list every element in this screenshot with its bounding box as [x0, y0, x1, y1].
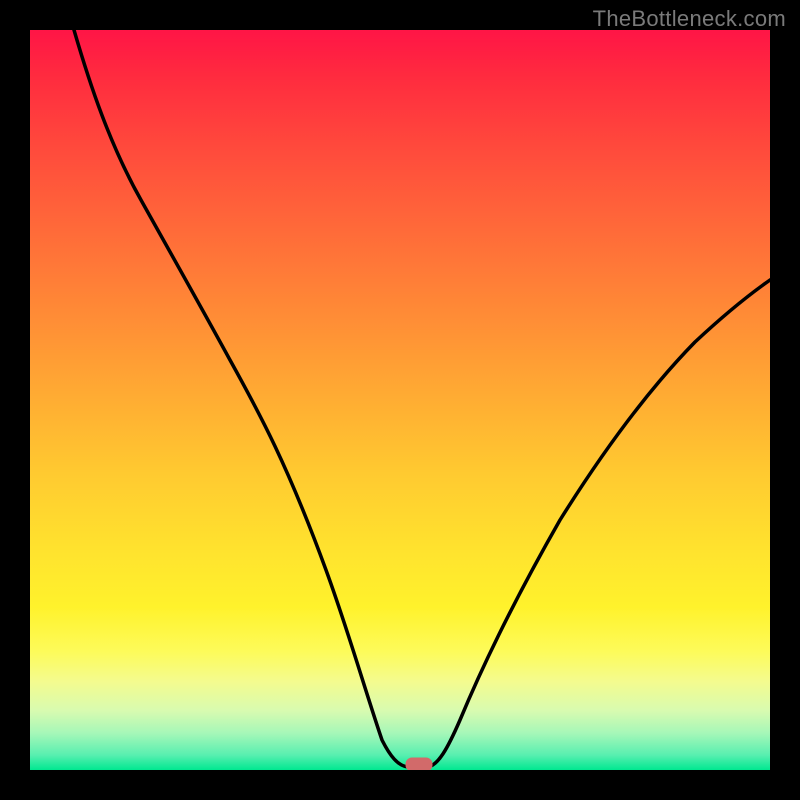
- bottleneck-curve: [74, 30, 770, 767]
- bottleneck-curve-svg: [30, 30, 770, 770]
- watermark-text: TheBottleneck.com: [593, 6, 786, 32]
- chart-frame: TheBottleneck.com: [0, 0, 800, 800]
- optimal-point-marker: [406, 758, 432, 770]
